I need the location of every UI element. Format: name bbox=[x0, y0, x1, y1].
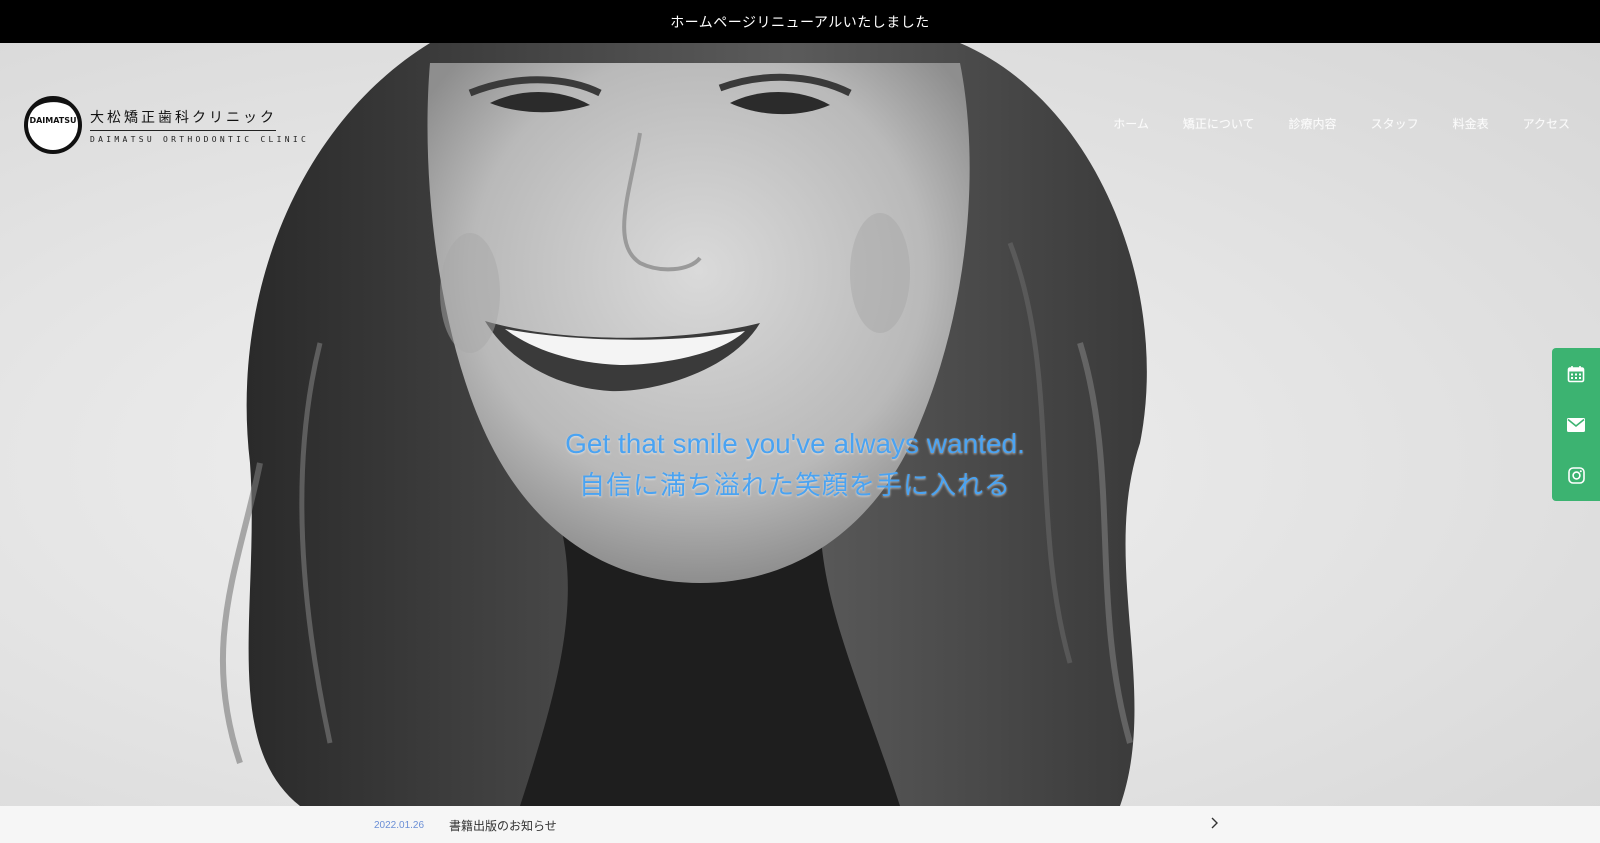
logo-mark-text: DAIMATSU bbox=[29, 116, 77, 125]
logo-name-jp: 大松矯正歯科クリニック bbox=[90, 107, 276, 131]
instagram-button[interactable] bbox=[1552, 450, 1600, 501]
side-contact-rail bbox=[1552, 348, 1600, 501]
hero-portrait-image bbox=[219, 43, 1147, 806]
hero-tagline-en: Get that smile you've always wanted. bbox=[565, 428, 1025, 459]
clinic-logo[interactable]: DAIMATSU 大松矯正歯科クリニック DAIMATSU ORTHODONTI… bbox=[22, 93, 310, 157]
nav-item-fees[interactable]: 料金表 bbox=[1453, 115, 1489, 132]
news-title[interactable]: 書籍出版のお知らせ bbox=[449, 817, 557, 834]
instagram-icon bbox=[1567, 467, 1585, 484]
reservation-button[interactable] bbox=[1552, 348, 1600, 399]
nav-item-about-orthodontics[interactable]: 矯正について bbox=[1183, 115, 1255, 132]
logo-name-en: DAIMATSU ORTHODONTIC CLINIC bbox=[90, 134, 310, 144]
news-date: 2022.01.26 bbox=[374, 820, 425, 831]
mail-contact-button[interactable] bbox=[1552, 399, 1600, 450]
nav-item-staff[interactable]: スタッフ bbox=[1371, 115, 1419, 132]
logo-ring-icon bbox=[24, 96, 82, 154]
news-ticker[interactable]: 2022.01.26 書籍出版のお知らせ bbox=[0, 806, 1600, 843]
calendar-icon bbox=[1567, 365, 1585, 382]
chevron-right-icon[interactable] bbox=[1209, 816, 1219, 830]
logo-mark: DAIMATSU bbox=[22, 94, 84, 156]
hero-section: DAIMATSU 大松矯正歯科クリニック DAIMATSU ORTHODONTI… bbox=[0, 43, 1600, 806]
mail-icon bbox=[1567, 417, 1585, 432]
main-nav: ホーム 矯正について 診療内容 スタッフ 料金表 アクセス bbox=[1113, 115, 1570, 132]
hero-tagline: Get that smile you've always wanted. 自信に… bbox=[0, 426, 1590, 506]
nav-item-home[interactable]: ホーム bbox=[1113, 115, 1149, 132]
hero-tagline-jp: 自信に満ち溢れた笑顔を手に入れる bbox=[578, 471, 1011, 501]
nav-item-treatments[interactable]: 診療内容 bbox=[1289, 115, 1337, 132]
announcement-text: ホームページリニューアルいたしました bbox=[670, 14, 930, 31]
announcement-bar: ホームページリニューアルいたしました bbox=[0, 0, 1600, 43]
nav-item-access[interactable]: アクセス bbox=[1523, 115, 1570, 132]
